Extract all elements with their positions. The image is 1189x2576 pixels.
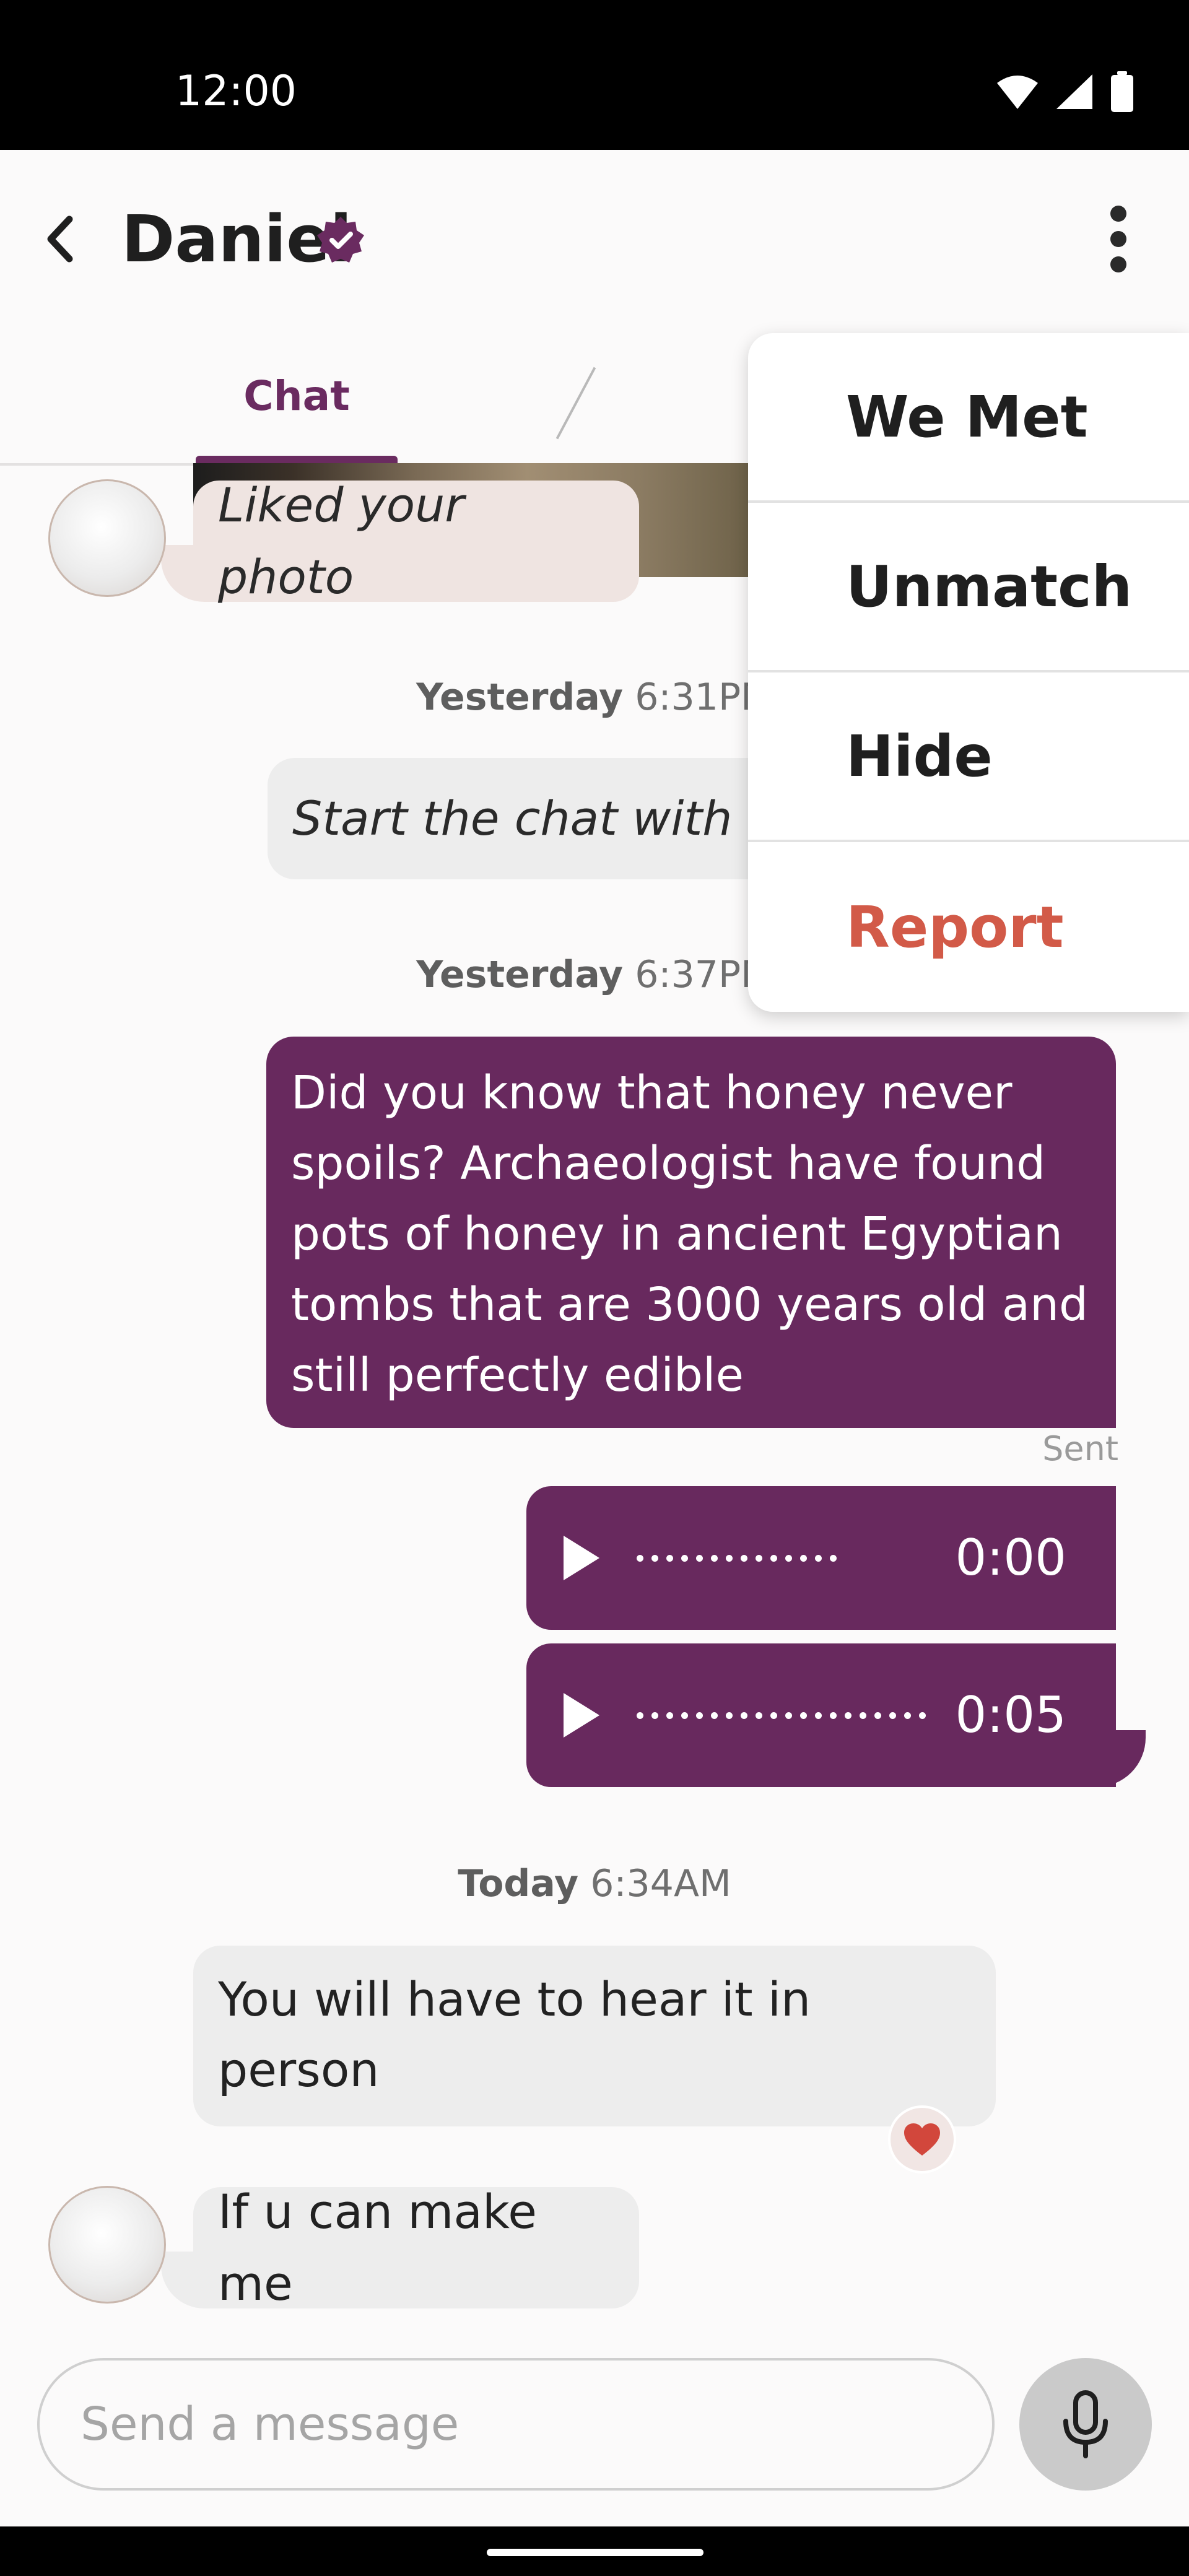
waveform: [637, 1712, 955, 1719]
received-message-bubble: You will have to hear it in person: [193, 1946, 996, 2126]
tab-chat-indicator: [196, 456, 398, 463]
overflow-menu: We Met Unmatch Hide Report: [748, 333, 1189, 1012]
sent-message-bubble: Did you know that honey never spoils? Ar…: [266, 1037, 1116, 1428]
start-chat-text: Start the chat with: [292, 791, 733, 846]
menu-item-hide[interactable]: Hide: [748, 672, 1189, 842]
menu-item-report[interactable]: Report: [748, 842, 1189, 1012]
voice-record-button[interactable]: [1019, 2358, 1152, 2491]
tab-chat[interactable]: Chat: [196, 359, 398, 433]
verified-badge-icon: [317, 217, 364, 263]
voice-message: 0:00: [526, 1486, 1116, 1630]
status-time: 12:00: [175, 67, 297, 116]
menu-item-unmatch[interactable]: Unmatch: [748, 503, 1189, 672]
back-button[interactable]: [35, 202, 87, 276]
battery-icon: [1111, 71, 1133, 112]
received-message-bubble: If u can make me: [193, 2184, 639, 2311]
chevron-left-icon: [47, 215, 73, 263]
reaction-badge[interactable]: [888, 2105, 956, 2174]
message-input[interactable]: Send a message: [37, 2358, 995, 2491]
avatar[interactable]: [48, 479, 166, 597]
wifi-icon: [997, 76, 1038, 109]
voice-message: 0:05: [526, 1643, 1116, 1787]
voice-duration: 0:00: [955, 1529, 1066, 1586]
menu-item-we-met[interactable]: We Met: [748, 333, 1189, 503]
signal-icon: [1056, 74, 1092, 109]
avatar[interactable]: [48, 2186, 166, 2304]
received-message-text: If u can make me: [218, 2184, 538, 2311]
voice-duration: 0:05: [955, 1686, 1066, 1744]
overflow-menu-button[interactable]: [1092, 196, 1144, 282]
liked-photo-text: Liked your photo: [218, 477, 464, 604]
heart-icon: [904, 2123, 940, 2156]
play-icon[interactable]: [564, 1536, 599, 1580]
more-vert-icon: [1110, 206, 1126, 272]
liked-photo-message: Liked your photo: [193, 477, 639, 604]
home-gesture-handle[interactable]: [487, 2549, 703, 2556]
play-icon[interactable]: [564, 1693, 599, 1738]
microphone-icon: [1063, 2390, 1108, 2458]
status-icons: [996, 67, 1135, 116]
sent-status: Sent: [1042, 1429, 1118, 1468]
message-input-placeholder: Send a message: [81, 2398, 459, 2451]
timestamp: Today 6:34AM: [458, 1862, 731, 1905]
waveform: [637, 1554, 955, 1562]
